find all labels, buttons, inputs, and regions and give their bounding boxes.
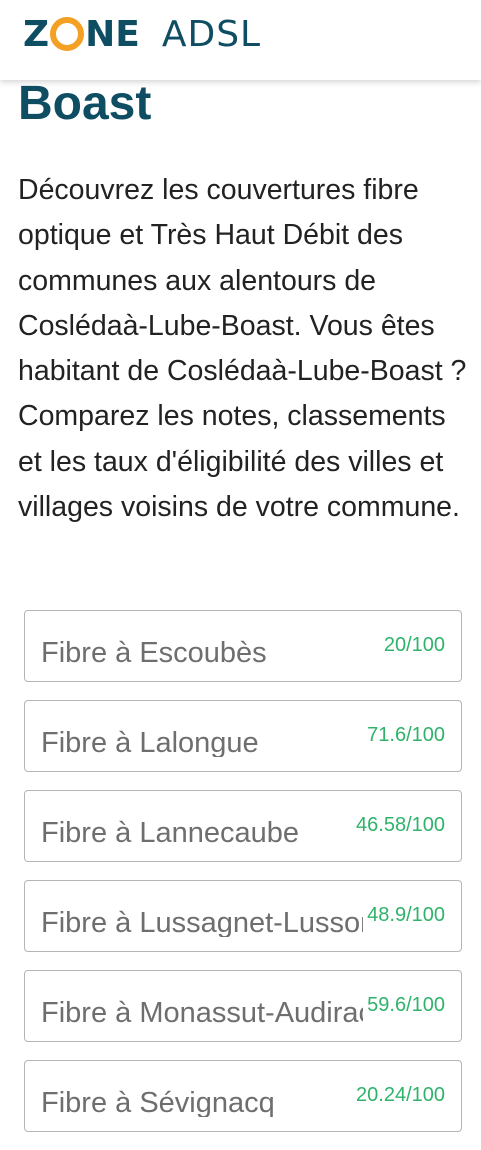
logo-zone-wordmark: Z NE [23,14,140,55]
commune-label: Fibre à Lussagnet-Lusson [41,907,363,937]
commune-label: Fibre à Lalongue [41,727,259,757]
site-header: Z NE ADSL [0,0,481,80]
commune-score: 46.58/100 [356,813,445,837]
commune-label: Fibre à Escoubès [41,637,267,667]
intro-paragraph: Découvrez les couvertures fibre optique … [18,174,467,524]
commune-label: Fibre à Lannecaube [41,817,299,847]
commune-link-escoubes[interactable]: Fibre à Escoubès 20/100 [24,610,462,682]
commune-score: 20/100 [383,633,445,657]
logo-z: Z [23,13,50,55]
logo-o-ring-icon [50,17,85,51]
commune-label: Fibre à Sévignacq [41,1087,275,1117]
logo-ne: NE [85,13,140,55]
nearby-communes-list: Fibre à Escoubès 20/100 Fibre à Lalongue… [24,610,462,1150]
zone-adsl-logo[interactable]: Z NE ADSL [23,12,261,56]
commune-link-lannecaube[interactable]: Fibre à Lannecaube 46.58/100 [24,790,462,862]
page-title: Boast [18,77,152,130]
commune-link-lalongue[interactable]: Fibre à Lalongue 71.6/100 [24,700,462,772]
commune-score: 59.6/100 [367,993,445,1017]
commune-score: 71.6/100 [367,723,445,747]
commune-link-monassut-audiracq[interactable]: Fibre à Monassut-Audiracq 59.6/100 [24,970,462,1042]
commune-score: 48.9/100 [367,903,445,927]
commune-label: Fibre à Monassut-Audiracq [41,997,363,1027]
commune-link-lussagnet-lusson[interactable]: Fibre à Lussagnet-Lusson 48.9/100 [24,880,462,952]
logo-adsl-wordmark: ADSL [161,13,262,55]
commune-link-sevignacq[interactable]: Fibre à Sévignacq 20.24/100 [24,1060,462,1132]
commune-score: 20.24/100 [356,1083,445,1107]
